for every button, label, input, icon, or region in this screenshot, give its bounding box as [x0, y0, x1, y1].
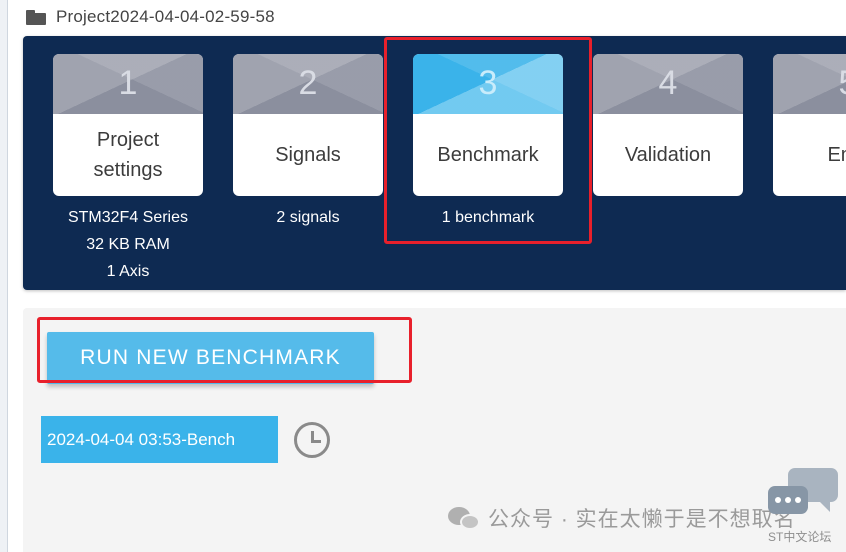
highlight-box-benchmark-step	[384, 37, 592, 244]
forum-logo-text: ST中文论坛	[768, 530, 832, 544]
step-header: 1	[53, 54, 203, 114]
step-card[interactable]: 1 Project settings	[53, 54, 203, 196]
step-info-line: 32 KB RAM	[86, 236, 170, 253]
benchmark-entry-label: 2024-04-04 03:53-Bench	[47, 429, 236, 449]
step-header: 2	[233, 54, 383, 114]
benchmark-entry[interactable]: 2024-04-04 03:53-Bench	[41, 416, 278, 463]
step-card[interactable]: 4 Validation	[593, 54, 743, 196]
step-project-settings[interactable]: 1 Project settings STM32F4 Series 32 KB …	[53, 54, 203, 285]
watermark-text: 公众号 · 实在太懒于是不想取名	[488, 508, 796, 531]
left-rule	[0, 0, 8, 552]
step-signals[interactable]: 2 Signals 2 signals	[233, 54, 383, 231]
step-card[interactable]: 5 Emu	[773, 54, 846, 196]
step-info: STM32F4 Series 32 KB RAM 1 Axis	[53, 204, 203, 285]
step-number: 2	[298, 64, 318, 102]
step-info-line: 1 Axis	[106, 263, 150, 280]
step-number: 1	[118, 64, 138, 102]
step-header: 5	[773, 54, 846, 114]
step-label: Project settings	[93, 129, 163, 181]
step-info: 2 signals	[233, 204, 383, 231]
folder-icon	[26, 9, 46, 25]
watermark: 公众号 · 实在太懒于是不想取名	[448, 503, 796, 533]
project-header: Project2024-04-04-02-59-58	[26, 4, 275, 30]
project-title: Project2024-04-04-02-59-58	[56, 7, 275, 26]
wechat-icon	[448, 505, 480, 531]
step-label: Validation	[624, 144, 712, 166]
step-label: Signals	[275, 144, 341, 166]
step-info-line: STM32F4 Series	[67, 209, 189, 226]
forum-logo: ST中文论坛	[766, 466, 840, 546]
highlight-box-run-button	[37, 317, 412, 383]
step-card[interactable]: 2 Signals	[233, 54, 383, 196]
step-validation[interactable]: 4 Validation	[593, 54, 743, 196]
clock-icon[interactable]	[294, 422, 330, 458]
chat-bubble-icon	[768, 486, 808, 514]
step-number: 5	[773, 64, 846, 103]
step-label: Emu	[827, 144, 846, 166]
step-info-line: 2 signals	[276, 209, 340, 226]
step-number: 4	[658, 64, 678, 102]
step-emulator[interactable]: 5 Emu	[773, 54, 846, 196]
step-header: 4	[593, 54, 743, 114]
